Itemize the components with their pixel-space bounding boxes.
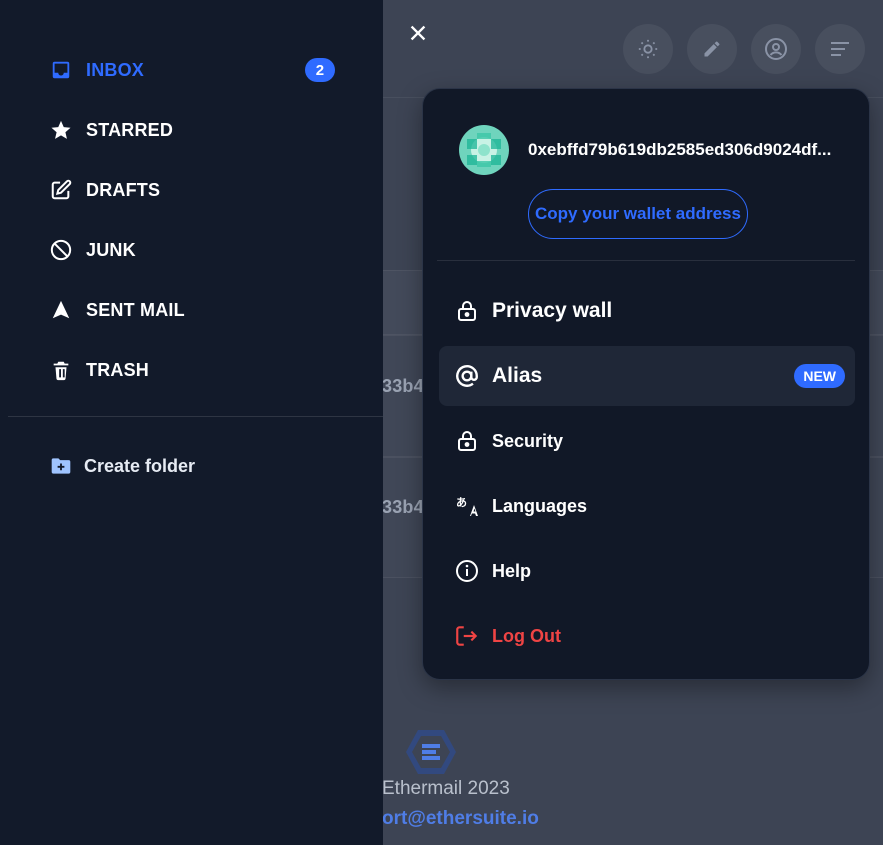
- menu-item-help[interactable]: Help: [439, 541, 855, 601]
- footer-copyright: Ethermail 2023: [382, 778, 510, 799]
- translate-icon: あ: [454, 493, 480, 519]
- footer-support-link[interactable]: ort@ethersuite.io: [382, 808, 539, 830]
- star-icon: [50, 119, 72, 141]
- sidebar-item-sent-mail[interactable]: SENT MAIL: [50, 292, 335, 328]
- sidebar: INBOX 2 STARRED DRAFTS JUNK SENT MAIL TR…: [0, 0, 383, 845]
- sidebar-item-starred[interactable]: STARRED: [50, 112, 335, 148]
- pencil-icon: [687, 24, 737, 74]
- menu-item-alias[interactable]: Alias NEW: [439, 346, 855, 406]
- sidebar-item-junk[interactable]: JUNK: [50, 232, 335, 268]
- background-row-fragment: 33b4: [382, 376, 424, 396]
- new-badge: NEW: [794, 364, 845, 388]
- create-folder-button[interactable]: Create folder: [50, 450, 195, 482]
- lock-icon: [454, 428, 480, 454]
- background-toolbar-icons: [623, 24, 865, 74]
- sidebar-item-label: DRAFTS: [86, 179, 161, 200]
- sidebar-item-label: TRASH: [86, 359, 149, 380]
- menu-item-label: Alias: [492, 364, 543, 387]
- sidebar-item-label: INBOX: [86, 59, 145, 80]
- account-icon: [751, 24, 801, 74]
- ethermail-logo-icon: [404, 728, 458, 776]
- sidebar-item-inbox[interactable]: INBOX 2: [50, 52, 335, 88]
- menu-item-security[interactable]: Security: [439, 411, 855, 471]
- menu-item-label: Log Out: [492, 625, 561, 646]
- send-icon: [50, 299, 72, 321]
- folder-plus-icon: [50, 455, 72, 477]
- sun-icon: [623, 24, 673, 74]
- menu-item-log-out[interactable]: Log Out: [439, 606, 855, 666]
- inbox-icon: [50, 59, 72, 81]
- info-icon: [454, 558, 480, 584]
- sidebar-divider: [8, 416, 383, 417]
- avatar: [459, 125, 509, 175]
- account-menu: 0xebffd79b619db2585ed306d9024df... Copy …: [422, 88, 870, 680]
- menu-item-privacy-wall[interactable]: Privacy wall: [439, 281, 855, 341]
- sidebar-item-label: SENT MAIL: [86, 299, 185, 320]
- logout-icon: [454, 623, 480, 649]
- menu-item-label: Help: [492, 560, 532, 581]
- sidebar-item-drafts[interactable]: DRAFTS: [50, 172, 335, 208]
- close-icon: [410, 25, 426, 41]
- menu-item-label: Security: [492, 430, 564, 451]
- edit-icon: [50, 179, 72, 201]
- menu-item-languages[interactable]: あ Languages: [439, 476, 855, 536]
- trash-icon: [50, 359, 72, 381]
- close-button[interactable]: [403, 18, 433, 48]
- create-folder-label: Create folder: [84, 455, 196, 476]
- sidebar-item-trash[interactable]: TRASH: [50, 352, 335, 388]
- menu-item-label: Privacy wall: [492, 299, 613, 322]
- background-row-fragment: 33b4: [382, 497, 424, 517]
- inbox-count-badge: 2: [305, 58, 335, 82]
- block-icon: [50, 239, 72, 261]
- menu-divider: [437, 260, 855, 261]
- svg-text:あ: あ: [456, 496, 467, 509]
- wallet-address: 0xebffd79b619db2585ed306d9024df...: [528, 140, 832, 159]
- at-icon: [454, 363, 480, 389]
- menu-lines-icon: [815, 24, 865, 74]
- menu-item-label: Languages: [492, 495, 588, 516]
- sidebar-item-label: STARRED: [86, 119, 174, 140]
- copy-wallet-address-button[interactable]: Copy your wallet address: [528, 189, 748, 239]
- sidebar-item-label: JUNK: [86, 239, 136, 260]
- lock-icon: [454, 298, 480, 324]
